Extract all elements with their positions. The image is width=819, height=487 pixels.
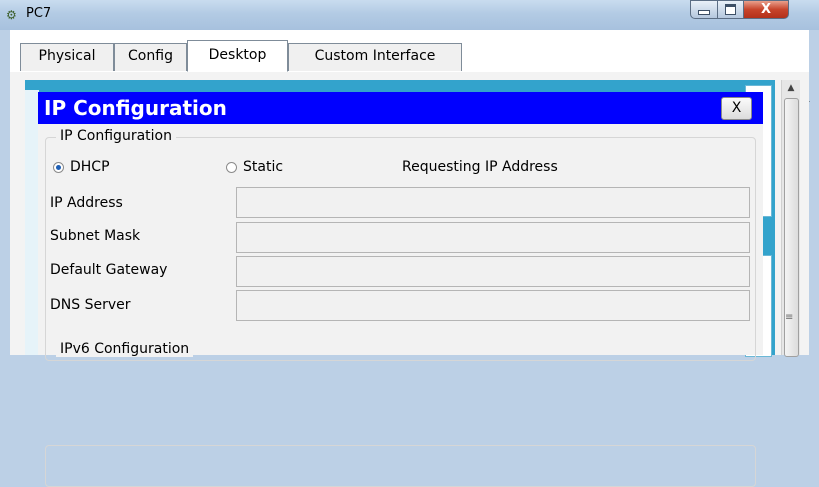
title-bar: ⚙ PC7 X: [0, 0, 819, 30]
tab-custom-interface[interactable]: Custom Interface: [288, 43, 462, 71]
tab-physical[interactable]: Physical: [20, 43, 114, 71]
dialog-header: IP Configuration X: [38, 92, 763, 124]
radio-selected-icon: [53, 161, 64, 173]
minimize-button[interactable]: [690, 0, 718, 19]
background-window-edge: [25, 90, 39, 355]
subnet-mask-label: Subnet Mask: [50, 228, 141, 244]
pc-icon: ⚙: [6, 8, 17, 22]
static-radio[interactable]: Static: [226, 159, 283, 175]
dns-server-input[interactable]: [236, 290, 750, 321]
ipv6-configuration-group: [45, 445, 756, 487]
close-window-button[interactable]: X: [743, 0, 789, 19]
dhcp-radio-label: DHCP: [70, 159, 110, 175]
dhcp-status-text: Requesting IP Address: [402, 159, 558, 175]
vertical-scrollbar[interactable]: ▲ ≡: [781, 80, 800, 357]
subnet-mask-input[interactable]: [236, 222, 750, 253]
static-radio-label: Static: [243, 159, 284, 175]
ip-configuration-legend: IP Configuration: [56, 128, 176, 144]
dns-server-label: DNS Server: [50, 297, 131, 313]
ip-address-label: IP Address: [50, 195, 123, 211]
minimize-icon: [698, 10, 710, 15]
dhcp-radio[interactable]: DHCP: [53, 159, 110, 175]
default-gateway-label: Default Gateway: [50, 262, 168, 278]
maximize-button[interactable]: [717, 0, 744, 19]
tab-strip: Physical Config Custom Interface Desktop: [10, 30, 810, 102]
dialog-close-button[interactable]: X: [721, 97, 752, 120]
ip-address-input[interactable]: [236, 187, 750, 218]
scroll-grip-icon: ≡: [785, 312, 794, 323]
radio-unselected-icon: [226, 161, 237, 173]
default-gateway-input[interactable]: [236, 256, 750, 287]
close-icon: X: [760, 2, 772, 17]
tab-config[interactable]: Config: [114, 43, 187, 71]
tab-desktop[interactable]: Desktop: [187, 40, 288, 72]
maximize-icon: [725, 4, 736, 15]
scroll-up-arrow-icon[interactable]: ▲: [782, 80, 800, 96]
dialog-title: IP Configuration: [44, 96, 227, 120]
window-title: PC7: [26, 6, 52, 21]
